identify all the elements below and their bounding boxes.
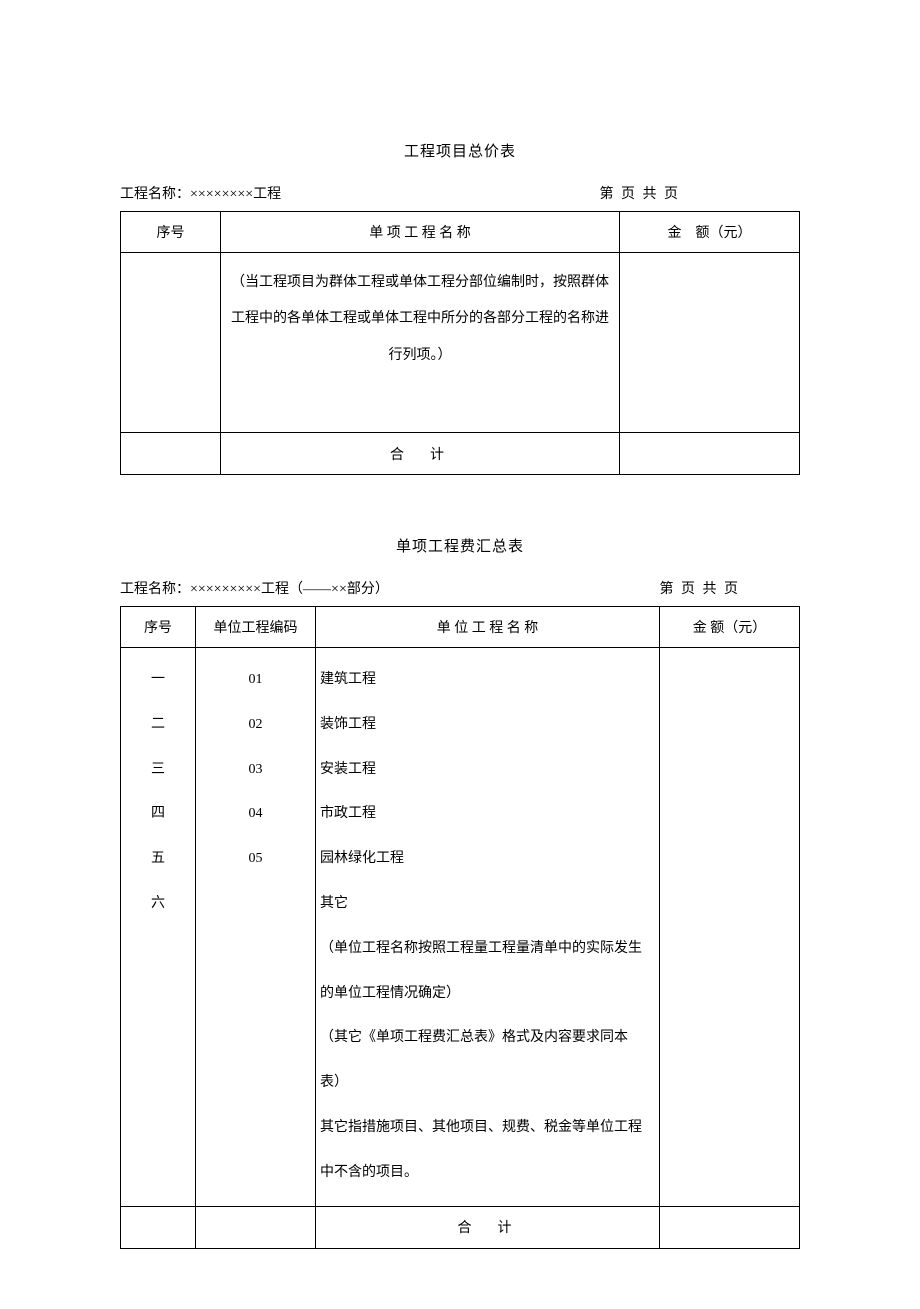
- table2-title: 单项工程费汇总表: [120, 535, 800, 556]
- t1-sum-amount: [620, 433, 800, 475]
- t2-index-column: 一二三四五六: [121, 648, 196, 1207]
- t2-header-name: 单 位 工 程 名 称: [316, 607, 660, 648]
- table1-title: 工程项目总价表: [120, 140, 800, 161]
- page-info-2: 第 页 共 页: [660, 578, 801, 598]
- table1-sum-row: 合 计: [121, 433, 800, 475]
- table2-sum-row: 合 计: [121, 1206, 800, 1248]
- t2-header-index: 序号: [121, 607, 196, 648]
- t2-sum-amount: [660, 1206, 800, 1248]
- t2-sum-label: 合 计: [316, 1206, 660, 1248]
- table2-header-row: 序号 单位工程编码 单 位 工 程 名 称 金 额（元）: [121, 607, 800, 648]
- table2-body-row: 一二三四五六 0102030405 建筑工程 装饰工程 安装工程 市政工程 园林…: [121, 648, 800, 1207]
- project-name-1: 工程名称：××××××××工程: [120, 183, 600, 203]
- t1-sum-empty: [121, 433, 221, 475]
- t1-note-cell: （当工程项目为群体工程或单体工程分部位编制时，按照群体工程中的各单体工程或单体工…: [221, 253, 620, 433]
- t1-index-cell: [121, 253, 221, 433]
- t2-header-code: 单位工程编码: [196, 607, 316, 648]
- t1-header-name: 单 项 工 程 名 称: [221, 212, 620, 253]
- t1-amount-cell: [620, 253, 800, 433]
- t2-sum-empty1: [121, 1206, 196, 1248]
- t2-code-column: 0102030405: [196, 648, 316, 1207]
- t1-header-amount: 金 额（元）: [620, 212, 800, 253]
- t2-amount-column: [660, 648, 800, 1207]
- t1-sum-label: 合 计: [221, 433, 620, 475]
- project-name-2: 工程名称：×××××××××工程（——××部分）: [120, 578, 660, 598]
- t2-names-column: 建筑工程 装饰工程 安装工程 市政工程 园林绿化工程 其它 （单位工程名称按照工…: [316, 648, 660, 1207]
- table1-header-row: 序号 单 项 工 程 名 称 金 额（元）: [121, 212, 800, 253]
- project-total-table: 序号 单 项 工 程 名 称 金 额（元） （当工程项目为群体工程或单体工程分部…: [120, 211, 800, 475]
- table1-meta: 工程名称：××××××××工程 第 页 共 页: [120, 183, 800, 203]
- t2-header-amount: 金 额（元）: [660, 607, 800, 648]
- table2-meta: 工程名称：×××××××××工程（——××部分） 第 页 共 页: [120, 578, 800, 598]
- unit-project-summary-table: 序号 单位工程编码 单 位 工 程 名 称 金 额（元） 一二三四五六 0102…: [120, 606, 800, 1249]
- t1-header-index: 序号: [121, 212, 221, 253]
- table1-body-row: （当工程项目为群体工程或单体工程分部位编制时，按照群体工程中的各单体工程或单体工…: [121, 253, 800, 433]
- page-info-1: 第 页 共 页: [600, 183, 801, 203]
- t2-sum-empty2: [196, 1206, 316, 1248]
